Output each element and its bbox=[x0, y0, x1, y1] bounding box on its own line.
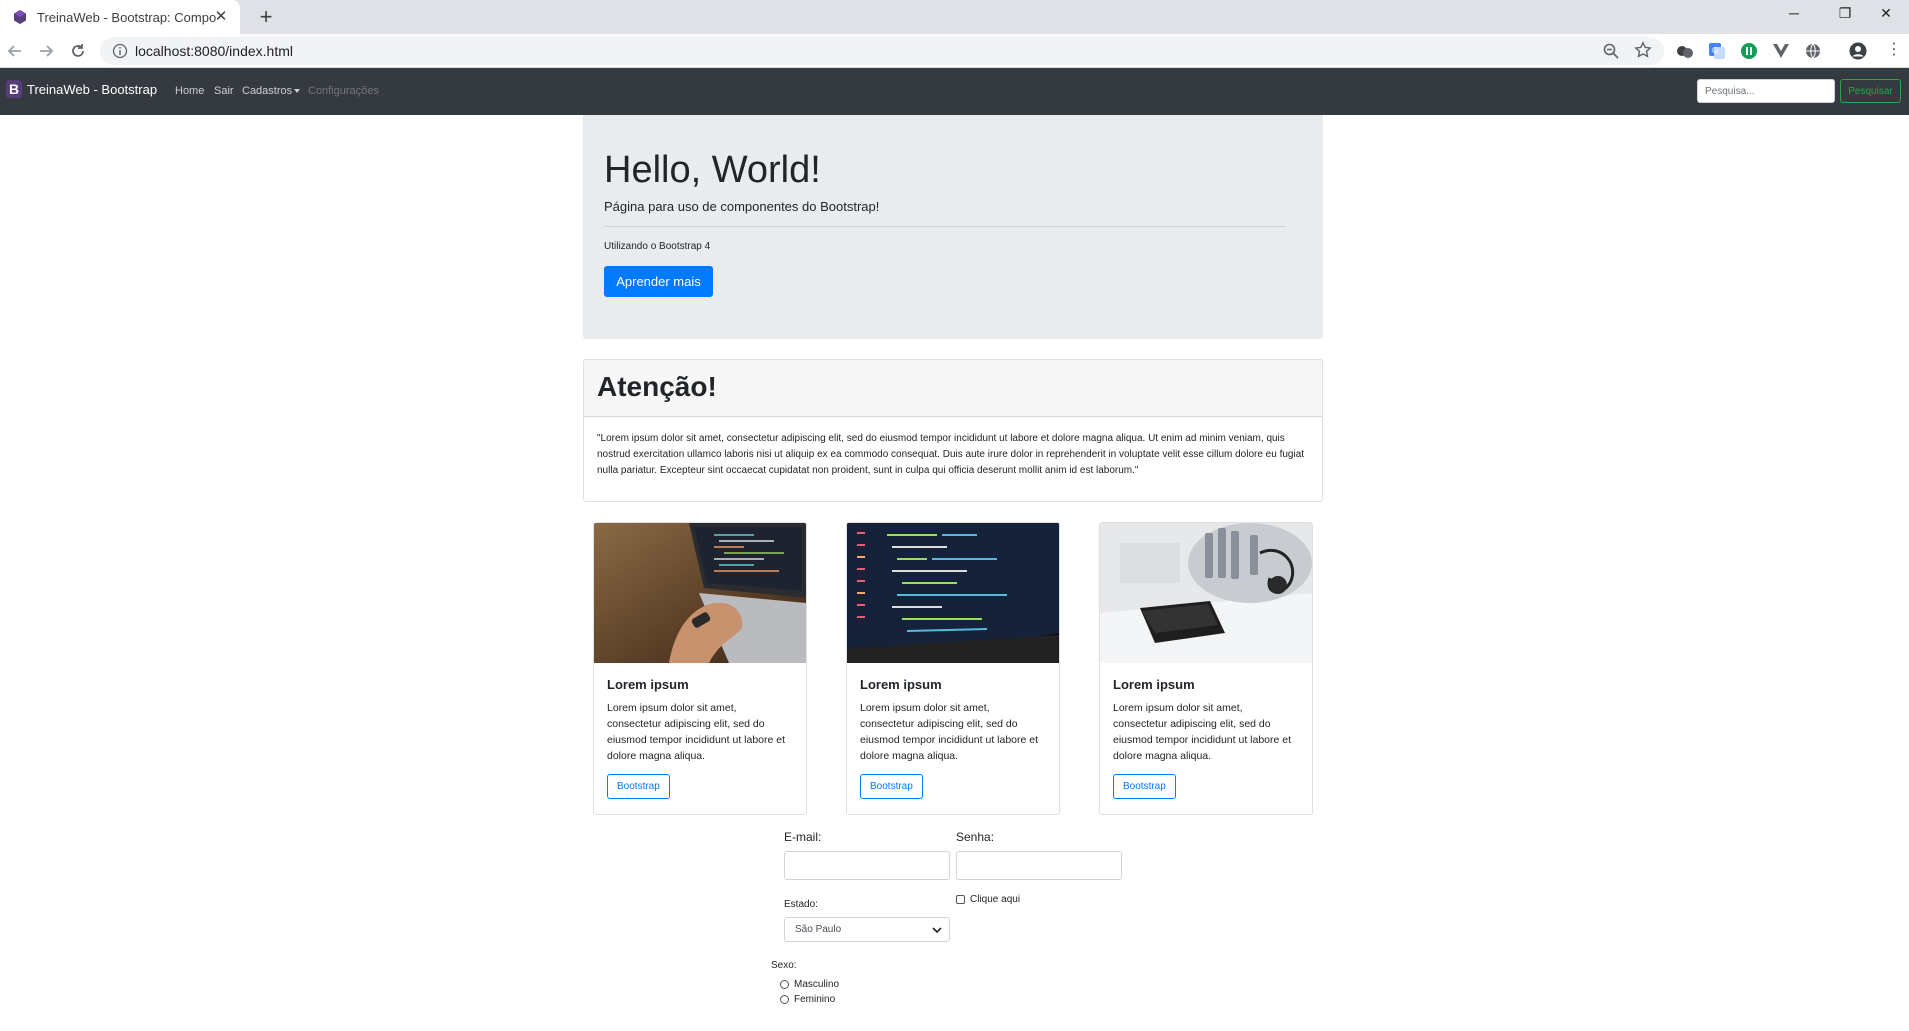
brand-text: TreinaWeb - Bootstrap bbox=[27, 81, 158, 97]
jumbotron-title: Hello, World! bbox=[604, 149, 821, 191]
extension-wappalyzer-icon[interactable] bbox=[1676, 42, 1694, 60]
jumbotron-divider bbox=[604, 226, 1286, 227]
card-bootstrap-button[interactable]: Bootstrap bbox=[860, 774, 923, 799]
chevron-down-icon bbox=[932, 927, 942, 934]
profile-avatar-icon[interactable] bbox=[1849, 42, 1867, 60]
card-image-code-screen bbox=[847, 523, 1059, 663]
tab-title: TreinaWeb - Bootstrap: Compone bbox=[37, 9, 217, 25]
card-3: Lorem ipsum Lorem ipsum dolor sit amet, … bbox=[1099, 522, 1313, 815]
checkbox-label: Clique aqui bbox=[970, 894, 1021, 905]
minimize-icon[interactable]: ─ bbox=[1771, 0, 1817, 26]
navbar: B TreinaWeb - Bootstrap Home Sair Cadast… bbox=[0, 68, 1909, 115]
extension-green-icon[interactable] bbox=[1740, 42, 1758, 60]
nav-dropdown-cadastros[interactable]: Cadastros bbox=[242, 85, 301, 97]
email-label: E-mail: bbox=[784, 830, 822, 844]
card-bootstrap-button[interactable]: Bootstrap bbox=[607, 774, 670, 799]
tab-close-icon[interactable]: ✕ bbox=[212, 8, 230, 26]
clique-aqui-checkbox[interactable] bbox=[956, 895, 965, 904]
search-button[interactable]: Pesquisar bbox=[1840, 79, 1901, 103]
bootstrap-favicon-icon bbox=[14, 10, 26, 24]
radio-feminino[interactable] bbox=[780, 995, 789, 1004]
senha-label: Senha: bbox=[956, 830, 995, 844]
nav-link-sair[interactable]: Sair bbox=[214, 85, 234, 97]
bootstrap-logo-icon: B bbox=[6, 80, 22, 98]
close-window-icon[interactable]: ✕ bbox=[1863, 0, 1909, 26]
card-text: Lorem ipsum dolor sit amet, consectetur … bbox=[607, 702, 786, 762]
email-field[interactable] bbox=[784, 851, 950, 880]
browser-toolbar: localhost:8080/index.html G ⋮ bbox=[0, 34, 1909, 68]
card-2: Lorem ipsum Lorem ipsum dolor sit amet, … bbox=[846, 522, 1060, 815]
nav-link-home[interactable]: Home bbox=[175, 85, 204, 97]
bookmark-star-icon[interactable] bbox=[1634, 41, 1652, 59]
extension-globe-icon[interactable] bbox=[1804, 42, 1822, 60]
google-translate-icon[interactable]: G bbox=[1708, 42, 1726, 60]
card-image-desk-notebook bbox=[1100, 523, 1312, 663]
learn-more-button[interactable]: Aprender mais bbox=[604, 266, 713, 297]
zoom-icon[interactable] bbox=[1602, 42, 1620, 60]
back-icon[interactable] bbox=[3, 39, 27, 63]
forward-icon[interactable] bbox=[34, 39, 58, 63]
browser-tabstrip: TreinaWeb - Bootstrap: Compone ✕ + ─ ❐ ✕ bbox=[0, 0, 1909, 34]
site-info-icon[interactable] bbox=[112, 43, 128, 59]
alert-card-title: Atenção! bbox=[597, 371, 717, 402]
jumbotron-lead: Página para uso de componentes do Bootst… bbox=[604, 199, 880, 214]
search-input[interactable] bbox=[1697, 79, 1835, 103]
card-text: Lorem ipsum dolor sit amet, consectetur … bbox=[860, 702, 1039, 762]
restore-icon[interactable]: ❐ bbox=[1822, 0, 1868, 26]
jumbotron: Hello, World! Página para uso de compone… bbox=[583, 115, 1323, 339]
card-title: Lorem ipsum bbox=[860, 677, 942, 692]
svg-text:G: G bbox=[1712, 46, 1718, 55]
vue-devtools-icon[interactable] bbox=[1772, 42, 1790, 60]
chrome-menu-icon[interactable]: ⋮ bbox=[1886, 41, 1902, 59]
nav-dropdown-label: Cadastros bbox=[242, 85, 293, 97]
card-title: Lorem ipsum bbox=[607, 677, 689, 692]
estado-label: Estado: bbox=[784, 899, 818, 910]
new-tab-icon[interactable]: + bbox=[254, 5, 278, 29]
alert-card: Atenção! "Lorem ipsum dolor sit amet, co… bbox=[583, 359, 1323, 502]
estado-select[interactable]: São Paulo bbox=[784, 917, 950, 942]
radio-feminino-label: Feminino bbox=[794, 994, 836, 1005]
navbar-brand[interactable]: B TreinaWeb - Bootstrap bbox=[6, 80, 157, 98]
card-1: Lorem ipsum Lorem ipsum dolor sit amet, … bbox=[593, 522, 807, 815]
card-text: Lorem ipsum dolor sit amet, consectetur … bbox=[1113, 702, 1292, 762]
caret-down-icon bbox=[294, 89, 301, 94]
nav-link-configuracoes: Configurações bbox=[308, 85, 379, 97]
card-image-laptop-hands bbox=[594, 523, 806, 663]
alert-card-body: "Lorem ipsum dolor sit amet, consectetur… bbox=[597, 433, 1305, 476]
address-bar[interactable]: localhost:8080/index.html bbox=[100, 37, 1664, 65]
url-text: localhost:8080/index.html bbox=[135, 43, 293, 59]
radio-masculino-label: Masculino bbox=[794, 979, 840, 990]
alert-card-header: Atenção! bbox=[584, 360, 1322, 417]
card-bootstrap-button[interactable]: Bootstrap bbox=[1113, 774, 1176, 799]
radio-masculino[interactable] bbox=[780, 980, 789, 989]
jumbotron-subtext: Utilizando o Bootstrap 4 bbox=[604, 241, 711, 252]
browser-tab[interactable]: TreinaWeb - Bootstrap: Compone ✕ bbox=[0, 0, 240, 34]
senha-field[interactable] bbox=[956, 851, 1122, 880]
estado-selected-value: São Paulo bbox=[795, 924, 842, 935]
reload-icon[interactable] bbox=[66, 39, 90, 63]
sexo-label: Sexo: bbox=[771, 960, 797, 971]
card-title: Lorem ipsum bbox=[1113, 677, 1195, 692]
